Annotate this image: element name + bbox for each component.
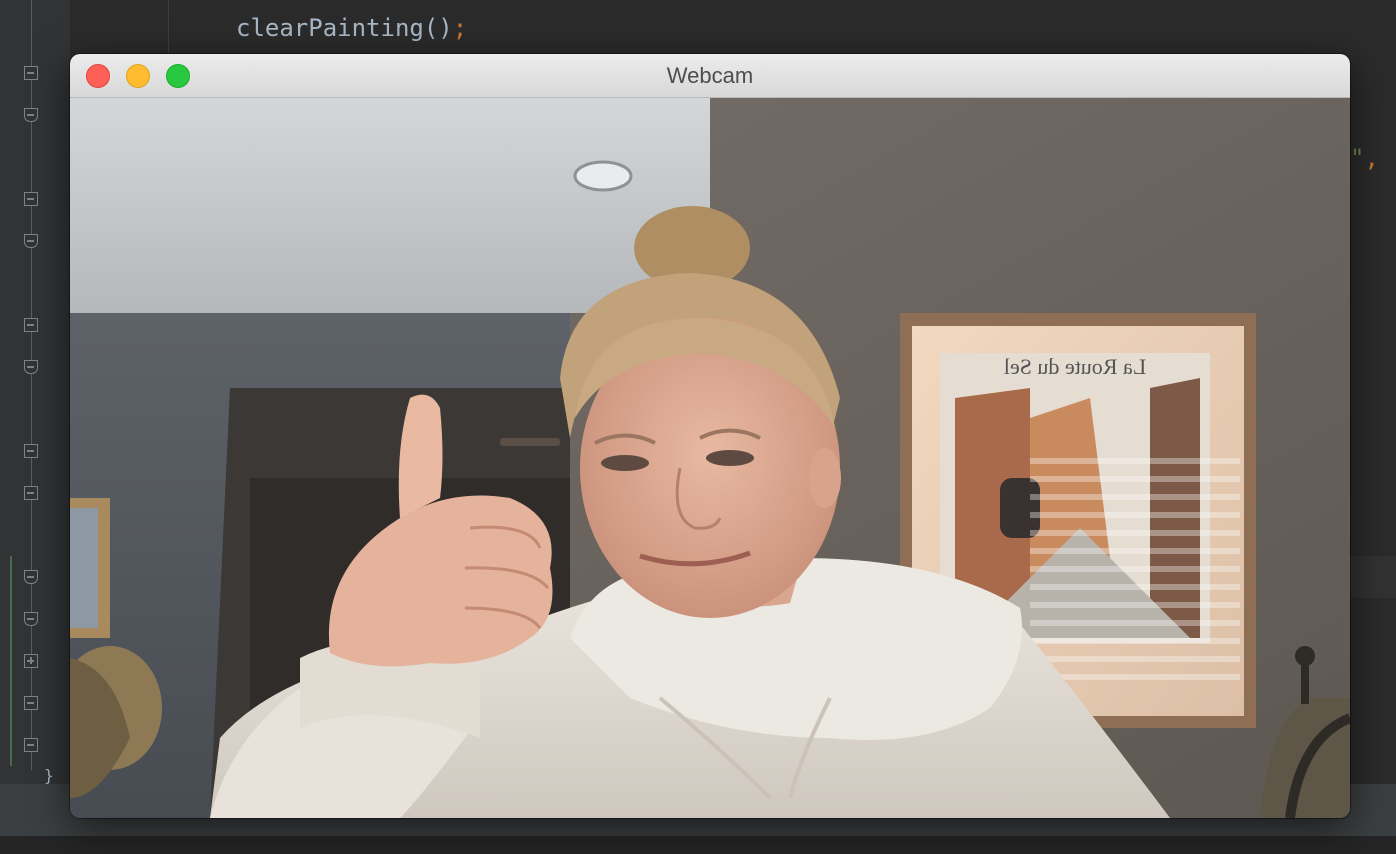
closing-brace: } [44, 766, 54, 785]
code-identifier: clearPainting() [236, 14, 453, 42]
fold-end-icon[interactable] [24, 612, 38, 626]
code-line-right-edge: ", [1350, 144, 1379, 172]
editor-gutter [0, 0, 70, 854]
indent-guide [168, 0, 169, 56]
code-semicolon: ; [452, 14, 468, 42]
fold-end-icon[interactable] [24, 234, 38, 248]
window-title: Webcam [666, 63, 754, 88]
fold-end-icon[interactable] [24, 360, 38, 374]
fold-end-icon[interactable] [24, 570, 38, 584]
code-line[interactable]: clearPainting(); [236, 14, 467, 42]
webcam-video-feed: La Route du Sel [70, 98, 1350, 818]
webcam-window[interactable]: Webcam La Route du Sel [70, 54, 1350, 818]
fold-minus-icon[interactable] [24, 696, 38, 710]
code-comma: , [1364, 144, 1379, 172]
fold-minus-icon[interactable] [24, 192, 38, 206]
fold-minus-icon[interactable] [24, 486, 38, 500]
fold-end-icon[interactable] [24, 108, 38, 122]
minimize-icon[interactable] [126, 64, 150, 88]
window-titlebar[interactable]: Webcam [70, 54, 1350, 98]
poster-title: La Route du Sel [1004, 354, 1146, 379]
zoom-icon[interactable] [166, 64, 190, 88]
fold-plus-icon[interactable] [24, 654, 38, 668]
fold-minus-icon[interactable] [24, 66, 38, 80]
vcs-change-marker [10, 556, 12, 766]
code-string-quote: " [1350, 144, 1365, 172]
status-strip [0, 836, 1396, 854]
fold-minus-icon[interactable] [24, 444, 38, 458]
fold-minus-icon[interactable] [24, 738, 38, 752]
fold-minus-icon[interactable] [24, 318, 38, 332]
close-icon[interactable] [86, 64, 110, 88]
